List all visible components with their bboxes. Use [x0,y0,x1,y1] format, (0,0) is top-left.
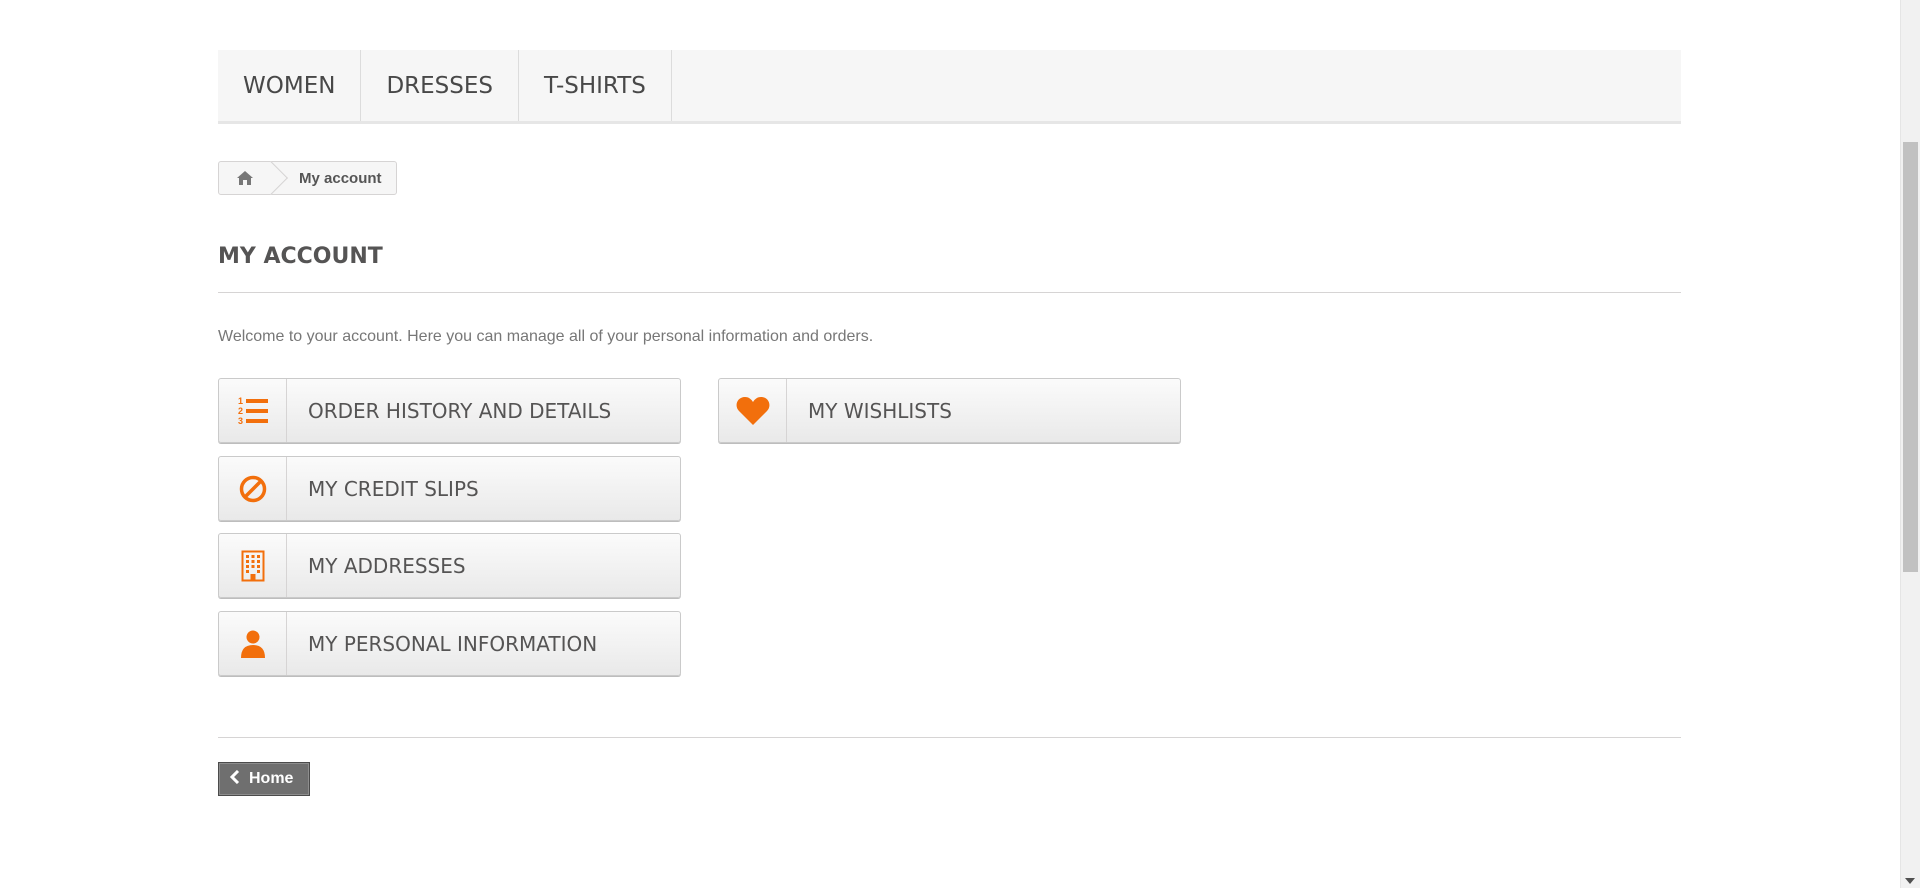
wishlists-button[interactable]: MY WISHLISTS [718,378,1181,443]
credit-slips-label: MY CREDIT SLIPS [308,476,479,501]
heart-icon [736,396,769,425]
svg-text:3: 3 [238,416,243,426]
credit-slips-button[interactable]: MY CREDIT SLIPS [218,456,681,521]
home-icon [237,171,253,185]
home-button-label: Home [249,770,294,787]
user-icon [240,630,265,658]
menu-item-tshirts[interactable]: T-SHIRTS [519,50,672,121]
scroll-down-arrow-icon[interactable] [1905,878,1915,884]
breadcrumb: My account [218,161,397,195]
page-title: MY ACCOUNT [218,244,383,269]
order-history-button[interactable]: 1 2 3 ORDER HISTORY AND DETAILS [218,378,681,443]
heading-divider [218,292,1681,293]
scrollbar-thumb[interactable] [1903,142,1918,572]
ordered-list-icon: 1 2 3 [238,396,268,426]
svg-text:1: 1 [238,396,243,406]
personal-info-label: MY PERSONAL INFORMATION [308,631,598,656]
breadcrumb-home-link[interactable] [219,162,271,194]
breadcrumb-current: My account [299,169,382,187]
menu-item-women[interactable]: WOMEN [218,50,362,121]
ban-icon [239,475,266,502]
addresses-button[interactable]: MY ADDRESSES [218,533,681,598]
personal-info-button[interactable]: MY PERSONAL INFORMATION [218,611,681,676]
addresses-label: MY ADDRESSES [308,553,466,578]
svg-text:2: 2 [238,406,243,416]
home-button[interactable]: Home [218,762,310,796]
logo-fragment [300,0,510,4]
building-icon [241,550,264,581]
top-menu: WOMEN DRESSES T-SHIRTS [218,50,1681,124]
welcome-text: Welcome to your account. Here you can ma… [218,328,874,345]
order-history-label: ORDER HISTORY AND DETAILS [308,398,612,423]
chevron-left-icon [229,769,240,789]
vertical-scrollbar[interactable] [1900,0,1920,888]
wishlists-label: MY WISHLISTS [808,398,952,423]
footer-divider [218,737,1681,738]
menu-item-dresses[interactable]: DRESSES [361,50,519,121]
